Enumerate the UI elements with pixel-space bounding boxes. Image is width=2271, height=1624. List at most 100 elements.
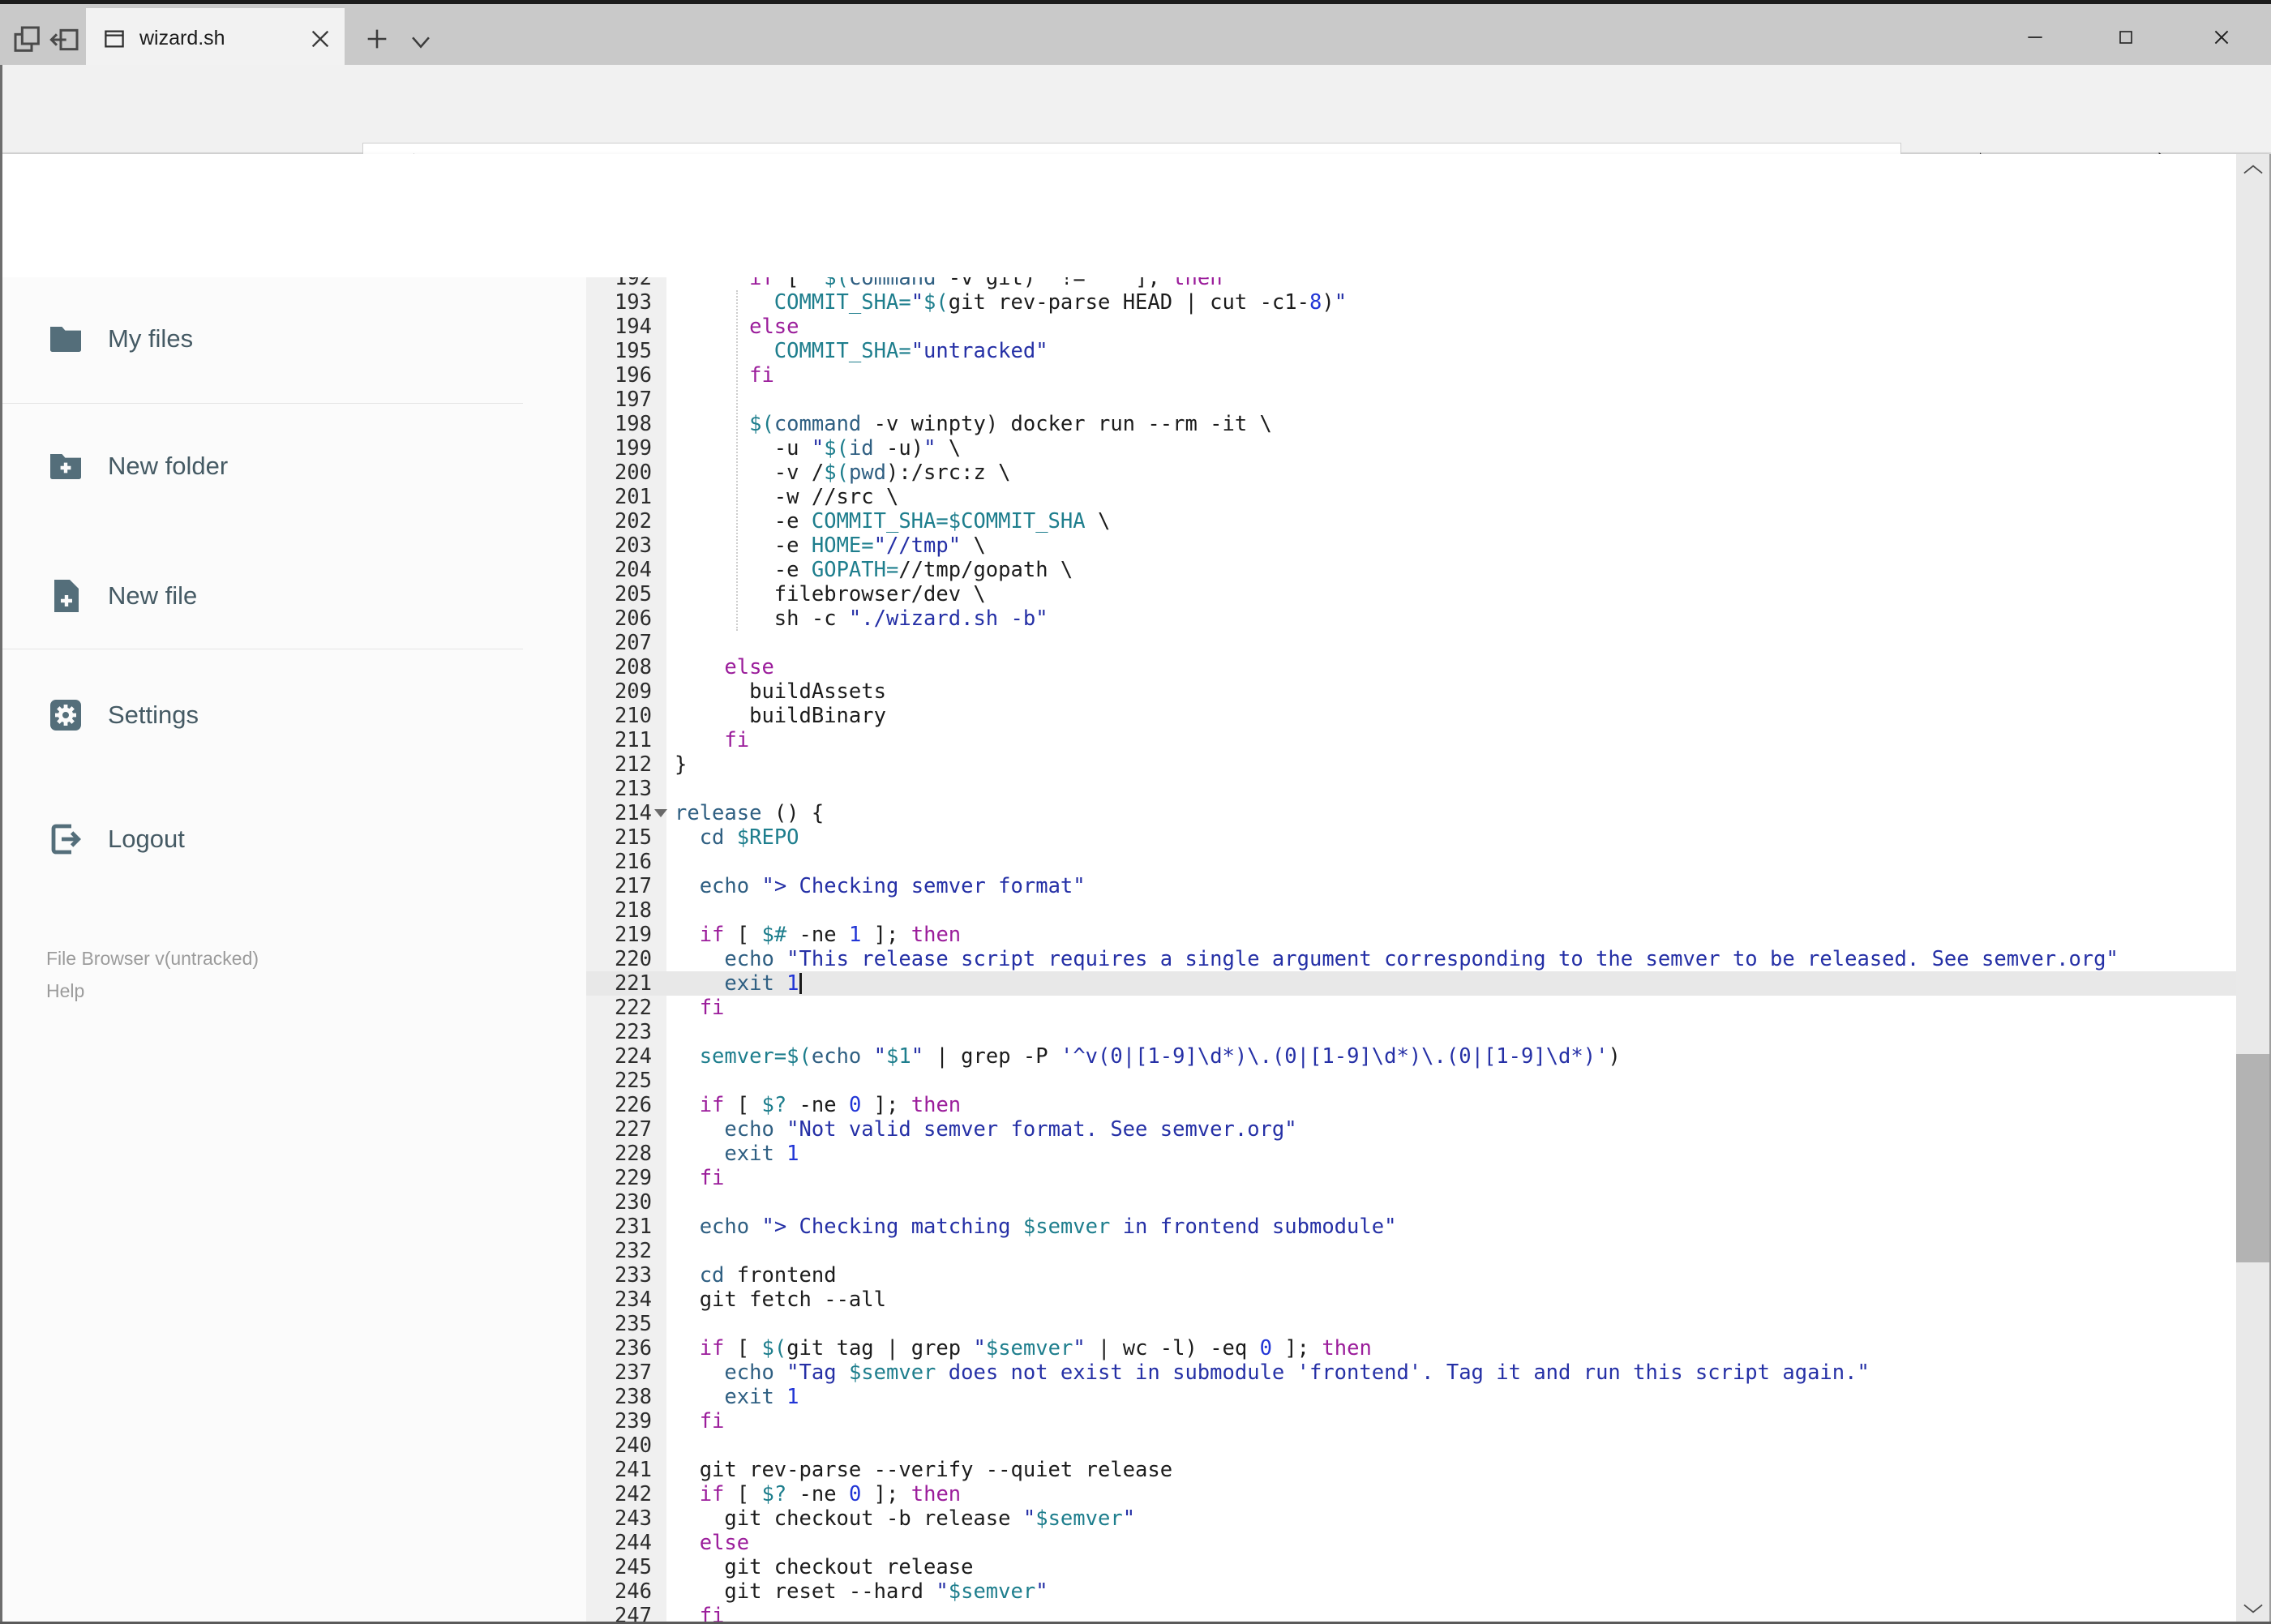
code-line-238[interactable]: 238 exit 1 <box>586 1385 2236 1409</box>
code-line-209[interactable]: 209 buildAssets <box>586 679 2236 704</box>
line-number[interactable]: 225 <box>586 1069 666 1093</box>
code-line-224[interactable]: 224 semver=$(echo "$1" | grep -P '^v(0|[1… <box>586 1044 2236 1069</box>
code-line-210[interactable]: 210 buildBinary <box>586 704 2236 728</box>
page-scrollbar[interactable] <box>2236 154 2271 1624</box>
code-line-230[interactable]: 230 <box>586 1190 2236 1215</box>
line-number[interactable]: 195 <box>586 339 666 363</box>
line-number[interactable]: 244 <box>586 1531 666 1555</box>
line-number[interactable]: 212 <box>586 752 666 777</box>
code-line-212[interactable]: 212} <box>586 752 2236 777</box>
line-number[interactable]: 198 <box>586 412 666 436</box>
line-number[interactable]: 199 <box>586 436 666 461</box>
code-line-227[interactable]: 227 echo "Not valid semver format. See se… <box>586 1117 2236 1142</box>
minimize-button[interactable] <box>1998 11 2072 64</box>
code-line-231[interactable]: 231 echo "> Checking matching $semver in … <box>586 1215 2236 1239</box>
line-number[interactable]: 219 <box>586 923 666 947</box>
scroll-down-arrow-icon[interactable] <box>2240 1601 2266 1618</box>
code-line-207[interactable]: 207 <box>586 631 2236 655</box>
code-line-219[interactable]: 219 if [ $# -ne 1 ]; then <box>586 923 2236 947</box>
line-number[interactable]: 211 <box>586 728 666 752</box>
line-number[interactable]: 237 <box>586 1360 666 1385</box>
code-line-234[interactable]: 234 git fetch --all <box>586 1288 2236 1312</box>
sidebar-item-new-folder[interactable]: New folder <box>0 437 568 495</box>
code-line-216[interactable]: 216 <box>586 850 2236 874</box>
line-number[interactable]: 215 <box>586 825 666 850</box>
line-number[interactable]: 238 <box>586 1385 666 1409</box>
line-number[interactable]: 216 <box>586 850 666 874</box>
line-number[interactable]: 197 <box>586 388 666 412</box>
line-number[interactable]: 217 <box>586 874 666 898</box>
sidebar-item-logout[interactable]: Logout <box>0 810 568 868</box>
code-line-203[interactable]: 203 -e HOME="//tmp" \ <box>586 533 2236 558</box>
code-line-204[interactable]: 204 -e GOPATH=//tmp/gopath \ <box>586 558 2236 582</box>
code-line-215[interactable]: 215 cd $REPO <box>586 825 2236 850</box>
line-number[interactable]: 207 <box>586 631 666 655</box>
code-line-214[interactable]: 214 release () { <box>586 801 2236 825</box>
code-line-200[interactable]: 200 -v /$(pwd):/src:z \ <box>586 461 2236 485</box>
code-line-228[interactable]: 228 exit 1 <box>586 1142 2236 1166</box>
code-line-213[interactable]: 213 <box>586 777 2236 801</box>
line-number[interactable]: 209 <box>586 679 666 704</box>
scroll-up-arrow-icon[interactable] <box>2240 161 2266 177</box>
code-line-198[interactable]: 198 $(command -v winpty) docker run --rm … <box>586 412 2236 436</box>
line-number[interactable]: 208 <box>586 655 666 679</box>
code-line-239[interactable]: 239 fi <box>586 1409 2236 1433</box>
code-line-192[interactable]: 192 if [ "$(command -v git)" != "" ]; the… <box>586 277 2236 290</box>
code-line-194[interactable]: 194 else <box>586 315 2236 339</box>
line-number[interactable]: 243 <box>586 1506 666 1531</box>
code-line-223[interactable]: 223 <box>586 1020 2236 1044</box>
code-line-229[interactable]: 229 fi <box>586 1166 2236 1190</box>
code-line-199[interactable]: 199 -u "$(id -u)" \ <box>586 436 2236 461</box>
line-number[interactable]: 218 <box>586 898 666 923</box>
code-line-205[interactable]: 205 filebrowser/dev \ <box>586 582 2236 606</box>
line-number[interactable]: 227 <box>586 1117 666 1142</box>
code-line-226[interactable]: 226 if [ $? -ne 0 ]; then <box>586 1093 2236 1117</box>
code-line-193[interactable]: 193 COMMIT_SHA="$(git rev-parse HEAD | cu… <box>586 290 2236 315</box>
line-number[interactable]: 202 <box>586 509 666 533</box>
line-number[interactable]: 236 <box>586 1336 666 1360</box>
line-number[interactable]: 226 <box>586 1093 666 1117</box>
line-number[interactable]: 233 <box>586 1263 666 1288</box>
code-line-246[interactable]: 246 git reset --hard "$semver" <box>586 1579 2236 1604</box>
line-number[interactable]: 234 <box>586 1288 666 1312</box>
code-line-233[interactable]: 233 cd frontend <box>586 1263 2236 1288</box>
sidebar-item-my-files[interactable]: My files <box>0 310 568 368</box>
maximize-button[interactable] <box>2089 11 2163 64</box>
close-window-button[interactable] <box>2184 11 2259 64</box>
line-number[interactable]: 204 <box>586 558 666 582</box>
code-line-220[interactable]: 220 echo "This release script requires a … <box>586 947 2236 971</box>
line-number[interactable]: 232 <box>586 1239 666 1263</box>
line-number[interactable]: 242 <box>586 1482 666 1506</box>
line-number[interactable]: 220 <box>586 947 666 971</box>
code-line-202[interactable]: 202 -e COMMIT_SHA=$COMMIT_SHA \ <box>586 509 2236 533</box>
line-number[interactable]: 200 <box>586 461 666 485</box>
new-tab-button[interactable] <box>363 25 391 53</box>
line-number[interactable]: 239 <box>586 1409 666 1433</box>
help-link[interactable]: Help <box>46 975 259 1007</box>
line-number[interactable]: 206 <box>586 606 666 631</box>
code-line-235[interactable]: 235 <box>586 1312 2236 1336</box>
code-line-211[interactable]: 211 fi <box>586 728 2236 752</box>
line-number[interactable]: 222 <box>586 996 666 1020</box>
code-line-237[interactable]: 237 echo "Tag $semver does not exist in s… <box>586 1360 2236 1385</box>
code-line-236[interactable]: 236 if [ $(git tag | grep "$semver" | wc … <box>586 1336 2236 1360</box>
line-number[interactable]: 192 <box>586 277 666 290</box>
line-number[interactable]: 205 <box>586 582 666 606</box>
line-number[interactable]: 203 <box>586 533 666 558</box>
fold-arrow-icon[interactable] <box>654 809 667 817</box>
tab-list-chevron-icon[interactable] <box>407 28 435 56</box>
code-line-242[interactable]: 242 if [ $? -ne 0 ]; then <box>586 1482 2236 1506</box>
line-number[interactable]: 235 <box>586 1312 666 1336</box>
sidebar-item-settings[interactable]: Settings <box>0 686 568 744</box>
line-number[interactable]: 228 <box>586 1142 666 1166</box>
code-line-221[interactable]: 221 exit 1 <box>586 971 2236 996</box>
code-line-243[interactable]: 243 git checkout -b release "$semver" <box>586 1506 2236 1531</box>
code-line-245[interactable]: 245 git checkout release <box>586 1555 2236 1579</box>
line-number[interactable]: 201 <box>586 485 666 509</box>
close-tab-icon[interactable] <box>307 26 333 52</box>
code-editor[interactable]: 192 if [ "$(command -v git)" != "" ]; the… <box>586 277 2236 1624</box>
line-number[interactable]: 196 <box>586 363 666 388</box>
code-line-208[interactable]: 208 else <box>586 655 2236 679</box>
line-number[interactable]: 241 <box>586 1458 666 1482</box>
set-tabs-aside-icon[interactable] <box>49 24 81 56</box>
